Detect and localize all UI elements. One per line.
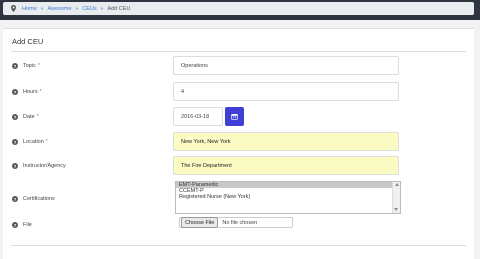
page-title: Add CEU [12,37,44,46]
breadcrumb: Home » Awesome » CEUs » Add CEU [3,2,474,15]
required-marker: * [39,89,42,95]
choose-file-button[interactable]: Choose File [181,217,219,228]
file-status: No file chosen [222,219,258,226]
date-input[interactable]: 2016-03-18 [173,107,223,126]
file-input[interactable]: Choose File No file chosen [179,217,293,228]
hours-input[interactable]: 4 [173,82,399,101]
breadcrumb-awesome[interactable]: Awesome [47,6,71,12]
chevron-right-icon: » [100,5,104,12]
date-label: ? Date * [12,114,39,120]
add-ceu-panel: Add CEU ? Topic * Operations ? Hours * 4 ?… [3,28,474,259]
topic-input[interactable]: Operations [173,56,399,75]
location-input[interactable]: New York, New York [173,132,399,151]
scroll-down-icon[interactable] [394,208,398,211]
topic-label: ? Topic * [12,63,40,69]
listbox-scrollbar[interactable] [392,182,400,213]
certification-option[interactable]: Registered Nurse (New York) [176,194,400,200]
instructor-label: ? Instructor/Agency [12,163,66,169]
certifications-label: ? Certifications [12,196,55,202]
instructor-input[interactable]: The Fire Department [173,156,399,175]
breadcrumb-home[interactable]: Home [22,6,37,12]
calendar-icon [231,114,238,120]
required-marker: * [36,114,39,120]
file-label: ? File [12,222,32,228]
help-icon[interactable]: ? [12,114,18,120]
chevron-right-icon: » [40,5,44,12]
divider [11,51,466,52]
divider [11,245,466,246]
help-icon[interactable]: ? [12,89,18,95]
location-label: ? Location * [12,139,48,145]
map-pin-icon [11,5,17,13]
certifications-select[interactable]: EMT-Paramedic CCEMT-P Registered Nurse (… [175,181,401,214]
chevron-right-icon: » [75,5,79,12]
help-icon[interactable]: ? [12,63,18,69]
help-icon[interactable]: ? [12,196,18,202]
help-icon[interactable]: ? [12,163,18,169]
help-icon[interactable]: ? [12,222,18,228]
breadcrumb-current: Add CEU [107,5,131,12]
scroll-up-icon[interactable] [394,183,399,186]
hours-label: ? Hours * [12,89,42,95]
help-icon[interactable]: ? [12,139,18,145]
breadcrumb-ceus[interactable]: CEUs [82,6,96,12]
required-marker: * [45,139,48,145]
required-marker: * [37,63,40,69]
calendar-button[interactable] [225,107,244,126]
